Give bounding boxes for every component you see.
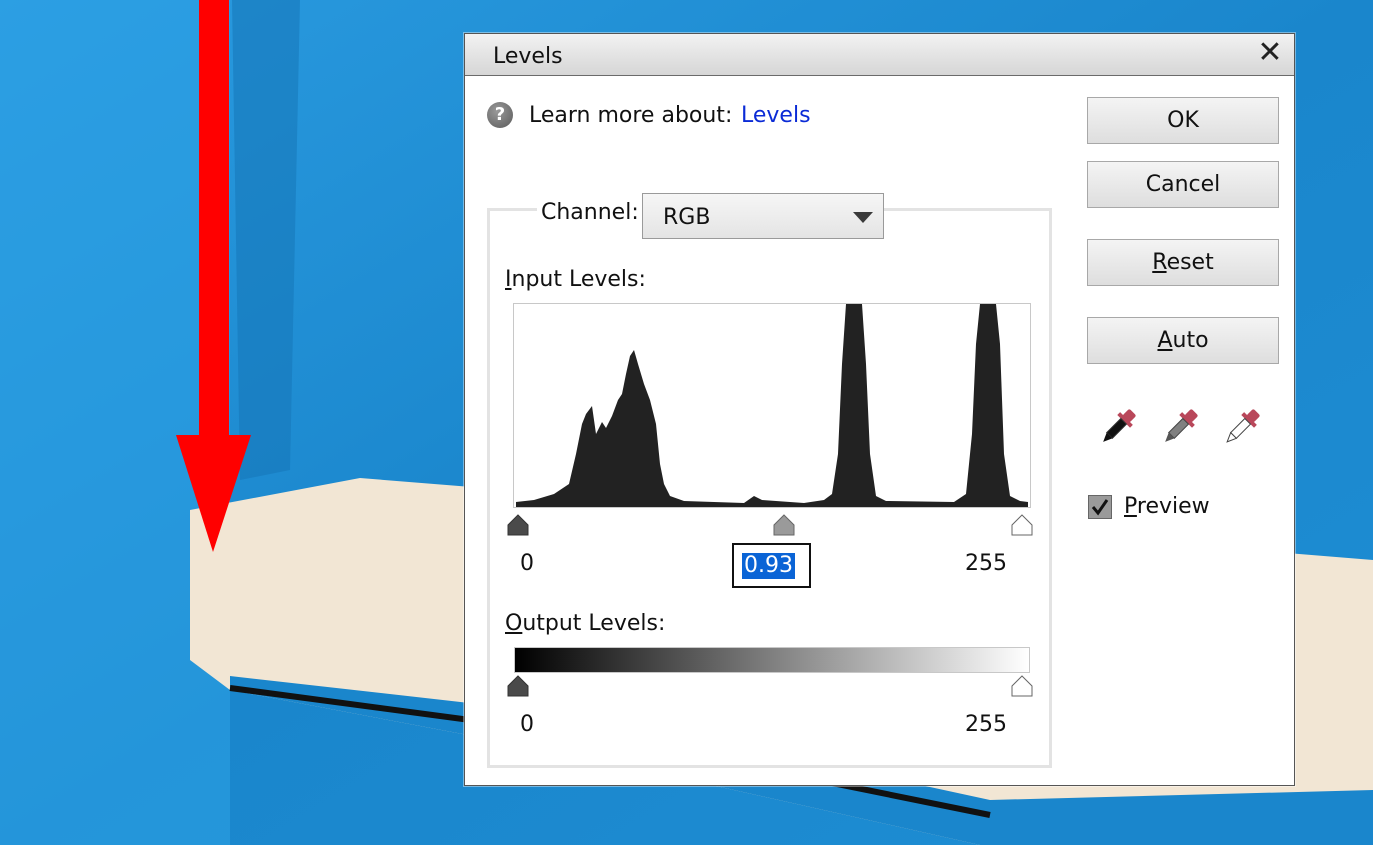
output-levels-label-rest: utput Levels: <box>522 611 666 636</box>
output-black-value[interactable]: 0 <box>520 712 534 737</box>
output-levels-label: Output Levels: <box>505 611 666 636</box>
ok-button[interactable]: OK <box>1087 97 1279 144</box>
input-black-slider[interactable] <box>507 514 529 536</box>
channel-dropdown[interactable]: RGB <box>642 193 884 239</box>
channel-value: RGB <box>663 205 711 230</box>
histogram-graph <box>516 304 1028 507</box>
output-black-slider[interactable] <box>507 675 529 697</box>
preview-checkbox[interactable] <box>1088 495 1112 519</box>
auto-button-rest: uto <box>1172 328 1209 353</box>
gamma-input[interactable]: 0.93 <box>732 543 811 588</box>
reset-button-rest: eset <box>1166 250 1214 275</box>
gray-point-eyedropper-icon[interactable] <box>1157 404 1203 450</box>
input-white-value[interactable]: 255 <box>965 551 1007 576</box>
learn-more-label: Learn more about: <box>529 103 733 128</box>
help-icon[interactable]: ? <box>487 102 513 128</box>
checkmark-icon <box>1091 499 1109 516</box>
cancel-button[interactable]: Cancel <box>1087 161 1279 208</box>
input-levels-label: Input Levels: <box>505 267 646 292</box>
white-point-eyedropper-icon[interactable] <box>1219 404 1265 450</box>
dialog-title: Levels <box>493 44 563 69</box>
chevron-down-icon <box>853 212 873 223</box>
output-gradient-bar <box>514 647 1030 673</box>
close-icon[interactable]: ✕ <box>1254 37 1286 69</box>
black-point-eyedropper-icon[interactable] <box>1095 404 1141 450</box>
levels-dialog: Levels ✕ ? Learn more about: Levels Chan… <box>464 33 1295 786</box>
channel-label: Channel: <box>537 200 643 225</box>
auto-button[interactable]: Auto <box>1087 317 1279 364</box>
input-levels-label-rest: nput Levels: <box>511 267 646 292</box>
learn-more-link[interactable]: Levels <box>741 103 811 128</box>
output-white-slider[interactable] <box>1011 675 1033 697</box>
histogram <box>513 303 1031 508</box>
input-gamma-slider[interactable] <box>773 514 795 536</box>
gamma-value: 0.93 <box>742 553 795 579</box>
preview-label-rest: review <box>1136 494 1210 519</box>
title-bar[interactable]: Levels ✕ <box>465 34 1294 76</box>
reset-button[interactable]: Reset <box>1087 239 1279 286</box>
output-white-value[interactable]: 255 <box>965 712 1007 737</box>
input-black-value[interactable]: 0 <box>520 551 534 576</box>
input-white-slider[interactable] <box>1011 514 1033 536</box>
preview-label[interactable]: Preview <box>1124 494 1210 519</box>
